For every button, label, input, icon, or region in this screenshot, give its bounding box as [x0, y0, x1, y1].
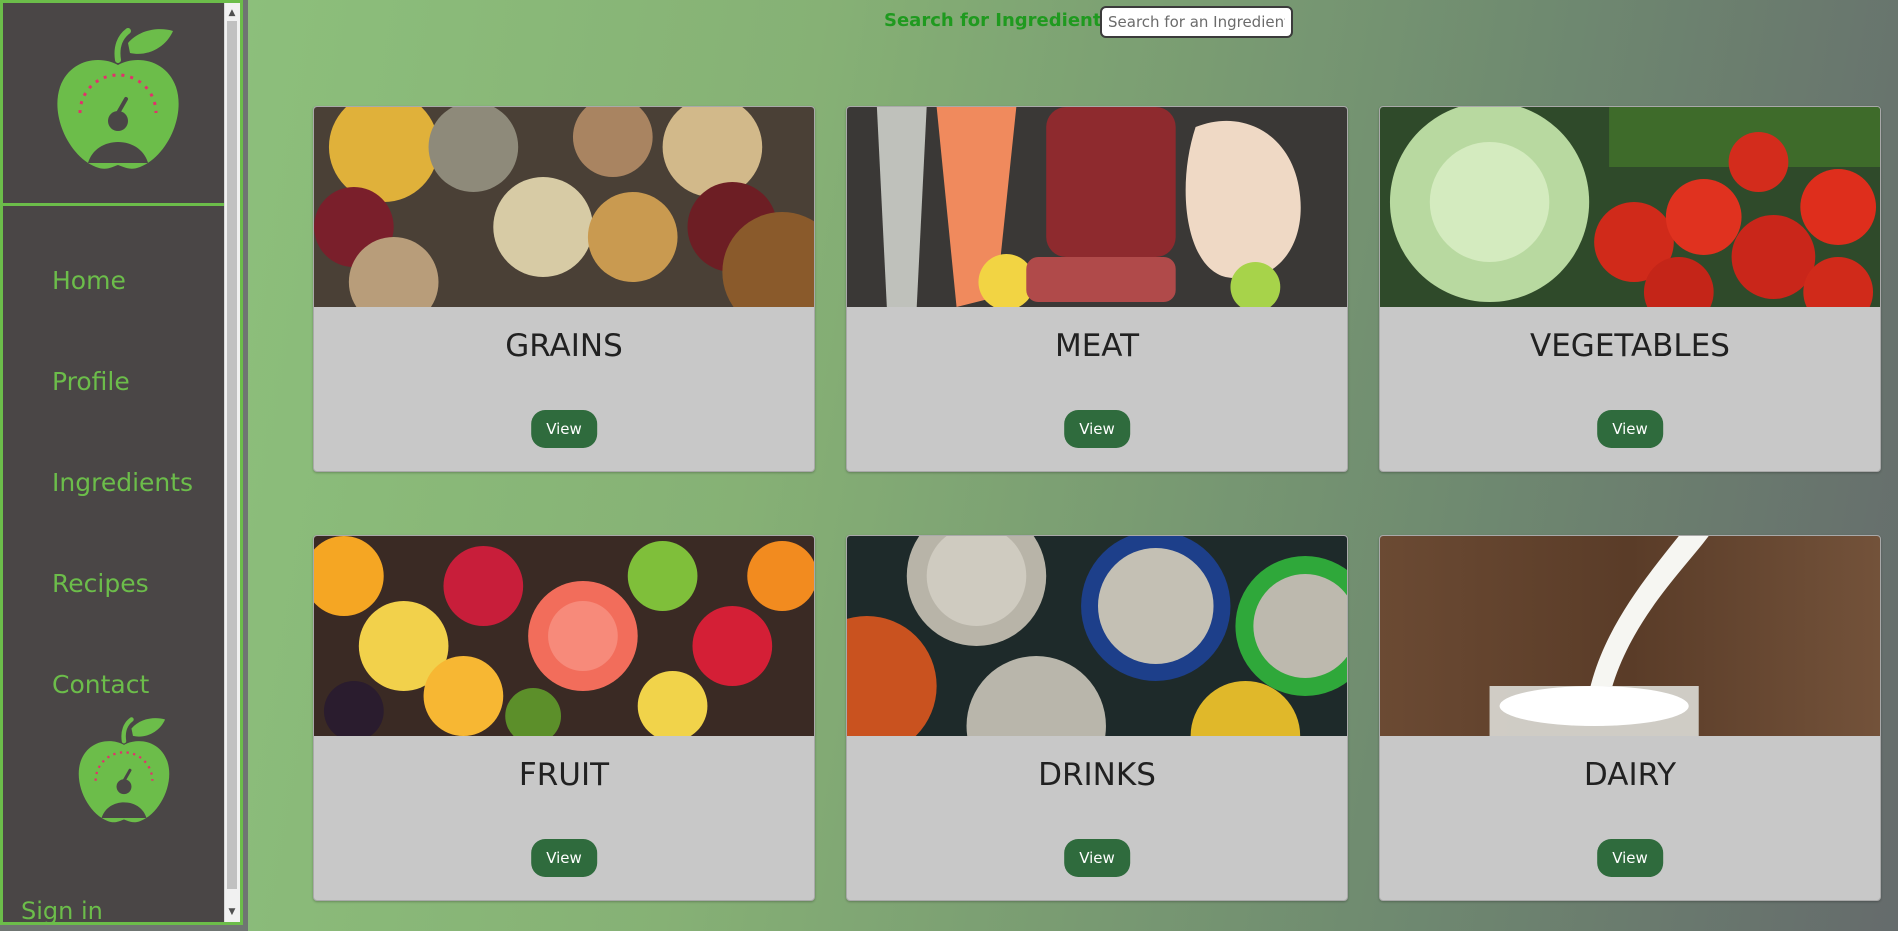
view-fruit-button[interactable]: View	[531, 839, 597, 877]
card-vegetables: VEGETABLES View	[1379, 106, 1881, 472]
nav-recipes[interactable]: Recipes	[52, 569, 149, 598]
view-dairy-button[interactable]: View	[1597, 839, 1663, 877]
nav-contact[interactable]: Contact	[52, 670, 149, 699]
card-title: MEAT	[1054, 328, 1140, 364]
view-meat-button[interactable]: View	[1064, 410, 1130, 448]
drinks-photo-icon	[847, 536, 1347, 736]
view-vegetables-button[interactable]: View	[1597, 410, 1663, 448]
search-input[interactable]	[1100, 6, 1293, 38]
card-dairy: DAIRY View	[1379, 535, 1881, 901]
card-fruit: FRUIT View	[313, 535, 815, 901]
card-drinks: DRINKS View	[846, 535, 1348, 901]
view-drinks-button[interactable]: View	[1064, 839, 1130, 877]
card-title: DAIRY	[1583, 757, 1677, 793]
apple-logo-small-icon	[78, 717, 170, 823]
card-title: DRINKS	[1038, 757, 1156, 793]
vegetables-photo-icon	[1380, 107, 1880, 307]
apple-logo-icon[interactable]	[48, 25, 188, 175]
grains-photo-icon	[314, 107, 814, 307]
sidebar: Home Profile Ingredients Recipes Contact…	[0, 0, 243, 925]
sidebar-logo-box	[3, 3, 230, 206]
search-label: Search for Ingredients:	[884, 10, 1120, 31]
meat-photo-icon	[847, 107, 1347, 307]
fruit-photo-icon	[314, 536, 814, 736]
sign-in-link[interactable]: Sign in	[21, 897, 103, 922]
nav-home[interactable]: Home	[52, 266, 126, 295]
view-grains-button[interactable]: View	[531, 410, 597, 448]
card-grains: GRAINS View	[313, 106, 815, 472]
card-title: GRAINS	[505, 328, 623, 364]
scroll-up-icon[interactable]: ▲	[225, 5, 239, 21]
dairy-photo-icon	[1380, 536, 1880, 736]
card-title: VEGETABLES	[1530, 328, 1730, 364]
nav-ingredients[interactable]: Ingredients	[52, 468, 193, 497]
scroll-down-icon[interactable]: ▼	[225, 904, 239, 920]
scroll-thumb[interactable]	[227, 21, 237, 889]
card-title: FRUIT	[518, 757, 610, 793]
nav-profile[interactable]: Profile	[52, 367, 130, 396]
sidebar-scrollbar[interactable]: ▲ ▼	[224, 3, 240, 922]
card-meat: MEAT View	[846, 106, 1348, 472]
